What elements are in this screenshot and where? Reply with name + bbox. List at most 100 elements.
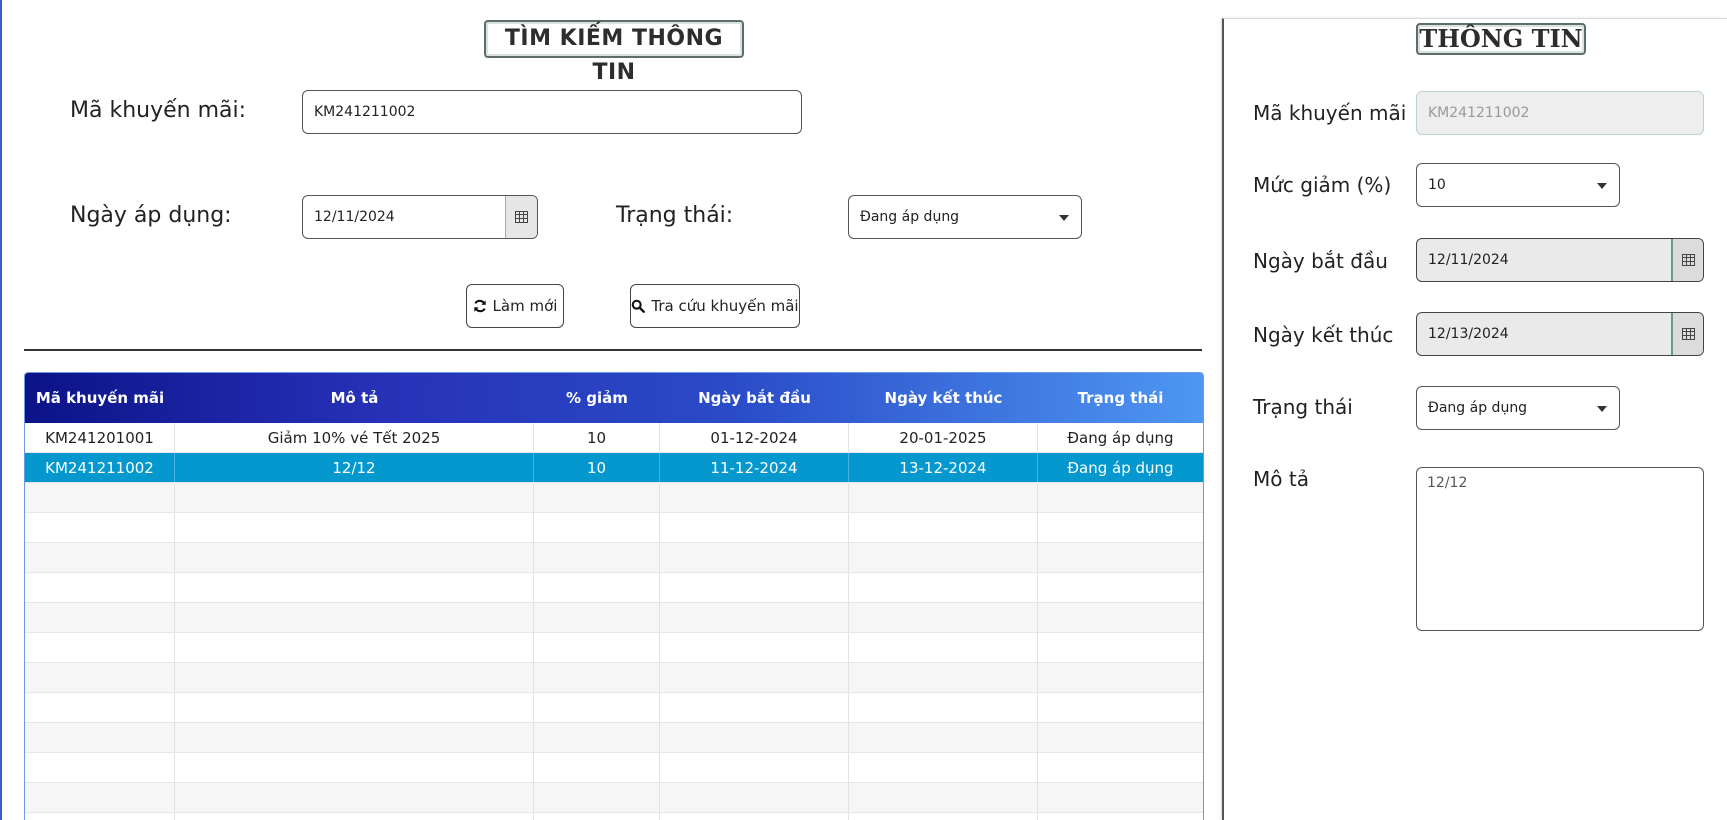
cell-empty (175, 633, 534, 662)
cell-empty (1038, 663, 1203, 692)
cell-empty (1038, 483, 1203, 512)
cell-empty (849, 783, 1038, 812)
cell-empty (175, 603, 534, 632)
cell-empty (25, 573, 175, 602)
column-header-status[interactable]: Trạng thái (1038, 373, 1203, 423)
column-header-end-date[interactable]: Ngày kết thúc (849, 373, 1038, 423)
cell-start-date: 11-12-2024 (660, 453, 849, 482)
cell-empty (25, 633, 175, 662)
cell-empty (660, 663, 849, 692)
refresh-button-label: Làm mới (492, 297, 558, 315)
cell-empty (25, 663, 175, 692)
info-start-date[interactable]: 12/11/2024 (1416, 238, 1704, 282)
calendar-icon (1681, 254, 1695, 266)
cell-empty (175, 693, 534, 722)
table-row-empty (25, 693, 1203, 723)
calendar-button[interactable] (505, 196, 537, 238)
cell-empty (175, 663, 534, 692)
info-start-value: 12/11/2024 (1428, 252, 1509, 268)
cell-empty (660, 603, 849, 632)
cell-empty (1038, 693, 1203, 722)
cell-empty (849, 813, 1038, 820)
cell-empty (25, 783, 175, 812)
column-header-code[interactable]: Mã khuyến mãi (25, 373, 175, 423)
cell-empty (534, 783, 660, 812)
info-desc-textarea[interactable]: 12/12 (1416, 467, 1704, 631)
cell-empty (534, 603, 660, 632)
table-row-empty (25, 783, 1203, 813)
table-row-empty (25, 603, 1203, 633)
code-input-value: KM241211002 (314, 104, 416, 120)
table-row-empty (25, 573, 1203, 603)
cell-empty (660, 813, 849, 820)
cell-empty (534, 633, 660, 662)
search-icon (632, 299, 646, 313)
cell-empty (534, 513, 660, 542)
cell-empty (849, 723, 1038, 752)
status-label: Trạng thái: (616, 203, 734, 228)
status-select[interactable]: Đang áp dụng (848, 195, 1082, 239)
table-row-empty (25, 543, 1203, 573)
column-header-discount[interactable]: % giảm (534, 373, 660, 423)
table-row-empty (25, 753, 1203, 783)
info-discount-select[interactable]: 10 (1416, 163, 1620, 207)
cell-empty (534, 483, 660, 512)
cell-end-date: 20-01-2025 (849, 423, 1038, 452)
table-row-empty (25, 813, 1203, 820)
date-picker[interactable]: 12/11/2024 (302, 195, 538, 239)
table-row-empty (25, 663, 1203, 693)
table-row-empty (25, 633, 1203, 663)
cell-empty (1038, 543, 1203, 572)
cell-empty (175, 753, 534, 782)
info-title: THÔNG TIN (1416, 23, 1586, 55)
cell-empty (849, 543, 1038, 572)
info-code-field: KM241211002 (1416, 91, 1704, 135)
cell-empty (25, 513, 175, 542)
cell-empty (534, 543, 660, 572)
calendar-button[interactable] (1671, 239, 1703, 281)
cell-empty (849, 573, 1038, 602)
refresh-icon (473, 299, 486, 313)
cell-empty (175, 723, 534, 752)
calendar-button[interactable] (1671, 313, 1703, 355)
cell-empty (25, 603, 175, 632)
cell-empty (849, 513, 1038, 542)
cell-code: KM241211002 (25, 453, 175, 482)
table-row-selected[interactable]: KM241211002 12/12 10 11-12-2024 13-12-20… (25, 453, 1203, 483)
info-end-value: 12/13/2024 (1428, 326, 1509, 342)
table-row-empty (25, 483, 1203, 513)
refresh-button[interactable]: Làm mới (466, 284, 564, 328)
search-button[interactable]: Tra cứu khuyến mãi (630, 284, 800, 328)
chevron-down-icon (1597, 406, 1607, 412)
empty-rows (25, 483, 1203, 820)
table-header: Mã khuyến mãi Mô tả % giảm Ngày bắt đầu … (25, 373, 1203, 423)
cell-status: Đang áp dụng (1067, 458, 1174, 477)
info-end-date[interactable]: 12/13/2024 (1416, 312, 1704, 356)
column-header-description[interactable]: Mô tả (175, 373, 534, 423)
cell-empty (25, 723, 175, 752)
column-header-start-date[interactable]: Ngày bắt đầu (660, 373, 849, 423)
search-title: TÌM KIẾM THÔNG TIN (484, 20, 744, 85)
info-discount-label: Mức giảm (%) (1253, 173, 1392, 197)
code-input[interactable]: KM241211002 (302, 90, 802, 134)
cell-discount: 10 (534, 453, 660, 482)
table-row-empty (25, 723, 1203, 753)
cell-empty (534, 693, 660, 722)
info-status-select[interactable]: Đang áp dụng (1416, 386, 1620, 430)
cell-empty (1038, 813, 1203, 820)
cell-end-date: 13-12-2024 (849, 453, 1038, 482)
cell-empty (849, 693, 1038, 722)
info-end-label: Ngày kết thúc (1253, 323, 1394, 347)
table-row[interactable]: KM241201001 Giảm 10% vé Tết 2025 10 01-1… (25, 423, 1203, 453)
status-select-value: Đang áp dụng (860, 209, 960, 225)
cell-empty (660, 513, 849, 542)
cell-empty (25, 543, 175, 572)
info-status-label: Trạng thái (1253, 395, 1353, 419)
promotion-table[interactable]: Mã khuyến mãi Mô tả % giảm Ngày bắt đầu … (24, 372, 1204, 820)
cell-discount: 10 (534, 423, 660, 452)
cell-empty (1038, 603, 1203, 632)
cell-empty (175, 573, 534, 602)
cell-empty (25, 813, 175, 820)
cell-empty (534, 753, 660, 782)
cell-empty (1038, 753, 1203, 782)
